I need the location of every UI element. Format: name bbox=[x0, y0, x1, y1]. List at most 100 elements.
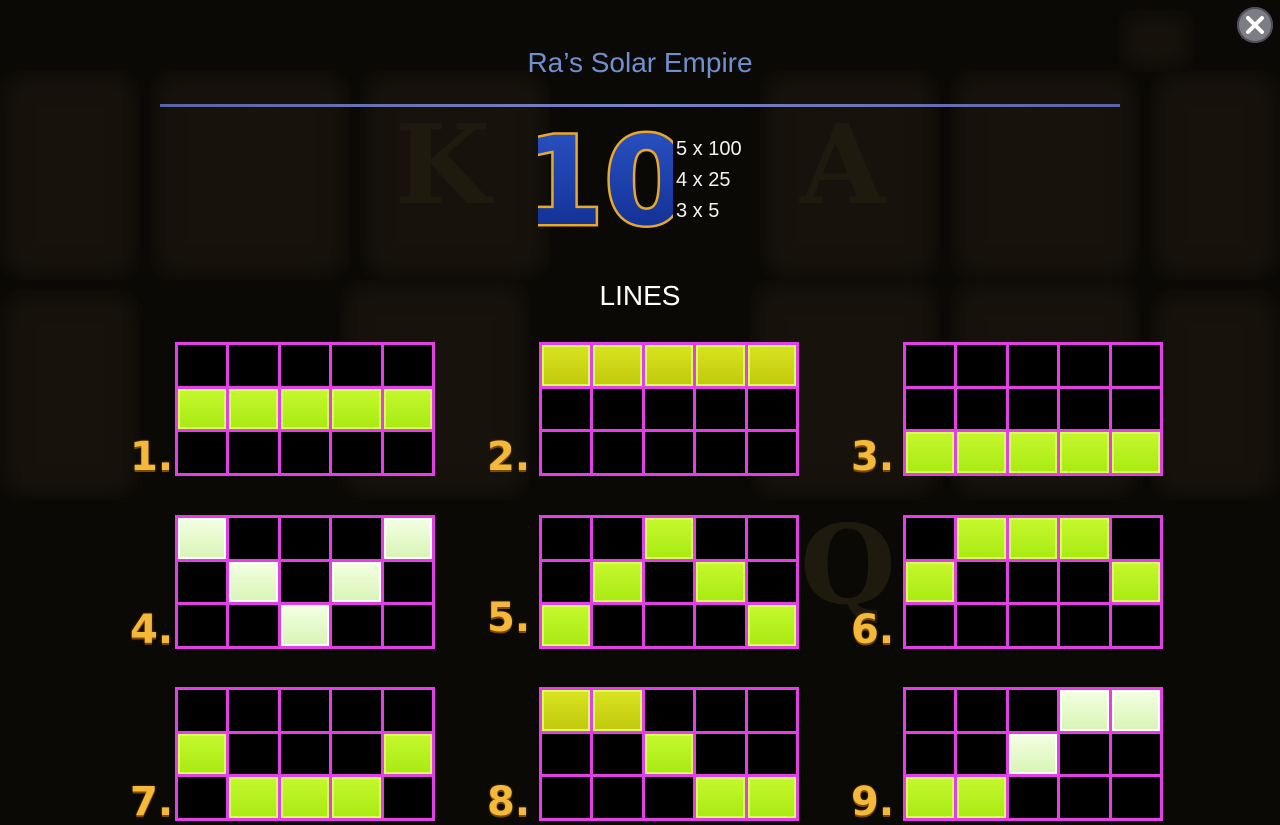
payline-cell bbox=[542, 605, 591, 646]
payline-cell bbox=[696, 388, 745, 430]
payline-cell bbox=[280, 733, 330, 775]
payline-grid bbox=[175, 515, 435, 649]
payline-cell bbox=[542, 777, 591, 818]
payline-cell bbox=[1008, 345, 1058, 386]
payline-cell bbox=[280, 605, 330, 646]
payline-cell bbox=[747, 432, 796, 473]
payline-cell bbox=[1008, 733, 1058, 775]
payline-cell bbox=[644, 561, 694, 603]
payline-cell bbox=[906, 690, 955, 731]
payline-cell bbox=[280, 345, 330, 386]
payline-cell bbox=[542, 733, 591, 775]
payline-cell bbox=[747, 388, 796, 430]
payline-cell bbox=[1060, 345, 1109, 386]
payline-cell bbox=[1060, 561, 1109, 603]
payline-cell bbox=[1060, 690, 1109, 731]
payline-cell bbox=[178, 388, 227, 430]
payline-cell bbox=[644, 518, 694, 559]
payline-cell bbox=[542, 561, 591, 603]
payout-4: 4 x 25 bbox=[676, 169, 731, 191]
payline-cell bbox=[383, 388, 432, 430]
payline-grid bbox=[175, 342, 435, 476]
payline-cell bbox=[593, 388, 642, 430]
payline-cell bbox=[957, 345, 1006, 386]
payline-cell bbox=[1111, 345, 1160, 386]
payline-cell bbox=[696, 518, 745, 559]
payline-cell bbox=[747, 518, 796, 559]
payline-cell bbox=[280, 690, 330, 731]
payline-number: 4. bbox=[130, 607, 174, 653]
payline-cell bbox=[593, 690, 642, 731]
payline-cell bbox=[1060, 605, 1109, 646]
payline-cell bbox=[229, 690, 278, 731]
payline-cell bbox=[644, 777, 694, 818]
payline-cell bbox=[1008, 561, 1058, 603]
payline-cell bbox=[178, 690, 227, 731]
payline-grid bbox=[539, 687, 799, 821]
payline-cell bbox=[229, 733, 278, 775]
payline-cell bbox=[229, 561, 278, 603]
payline-cell bbox=[178, 733, 227, 775]
payline-cell bbox=[542, 432, 591, 473]
payline-cell bbox=[906, 345, 955, 386]
payline-cell bbox=[178, 561, 227, 603]
payline-cell bbox=[1060, 388, 1109, 430]
lines-heading: LINES bbox=[599, 280, 681, 311]
payline-cell bbox=[332, 733, 381, 775]
payline-cell bbox=[178, 432, 227, 473]
payline-cell bbox=[906, 777, 955, 818]
payline-cell bbox=[280, 561, 330, 603]
payline-cell bbox=[906, 432, 955, 473]
payline-cell bbox=[229, 518, 278, 559]
payline-cell bbox=[280, 777, 330, 818]
payline-cell bbox=[906, 388, 955, 430]
payline-cell bbox=[593, 432, 642, 473]
payline-cell bbox=[593, 733, 642, 775]
payline-cell bbox=[542, 345, 591, 386]
symbol-payouts: 5 x 100 4 x 25 3 x 5 bbox=[676, 134, 742, 227]
payline-cell bbox=[332, 605, 381, 646]
payline-cell bbox=[280, 432, 330, 473]
payline-cell bbox=[957, 777, 1006, 818]
payline-cell bbox=[644, 733, 694, 775]
payline-cell bbox=[178, 518, 227, 559]
payout-3: 3 x 5 bbox=[676, 200, 720, 222]
payline-cell bbox=[906, 733, 955, 775]
payline-cell bbox=[696, 345, 745, 386]
payline-number: 1. bbox=[130, 434, 174, 480]
payline-cell bbox=[593, 345, 642, 386]
payline-cell bbox=[747, 690, 796, 731]
payline-cell bbox=[332, 561, 381, 603]
payline-cell bbox=[906, 561, 955, 603]
payline-cell bbox=[1111, 561, 1160, 603]
payline-cell bbox=[906, 518, 955, 559]
payline-cell bbox=[593, 605, 642, 646]
payline-cell bbox=[1008, 690, 1058, 731]
payout-5: 5 x 100 bbox=[676, 138, 742, 160]
payline-cell bbox=[280, 388, 330, 430]
payline-grid bbox=[903, 687, 1163, 821]
payline-cell bbox=[1060, 432, 1109, 473]
payline-cell bbox=[747, 561, 796, 603]
payline-grid bbox=[539, 342, 799, 476]
payline-cell bbox=[1111, 432, 1160, 473]
payline-cell bbox=[957, 733, 1006, 775]
payline-cell bbox=[178, 345, 227, 386]
payline-cell bbox=[1060, 777, 1109, 818]
payline-cell bbox=[1060, 733, 1109, 775]
payline-cell bbox=[229, 605, 278, 646]
payline-cell bbox=[542, 388, 591, 430]
payline-number: 3. bbox=[851, 434, 895, 480]
close-button[interactable] bbox=[1237, 7, 1273, 43]
payline-cell bbox=[747, 605, 796, 646]
page-title: Ra’s Solar Empire bbox=[527, 47, 753, 78]
payline-cell bbox=[644, 388, 694, 430]
payline-cell bbox=[1111, 690, 1160, 731]
payline-cell bbox=[644, 432, 694, 473]
payline-number: 2. bbox=[487, 434, 531, 480]
payline-cell bbox=[383, 561, 432, 603]
payline-cell bbox=[332, 518, 381, 559]
payline-cell bbox=[542, 518, 591, 559]
payline-cell bbox=[1008, 777, 1058, 818]
payline-cell bbox=[332, 432, 381, 473]
